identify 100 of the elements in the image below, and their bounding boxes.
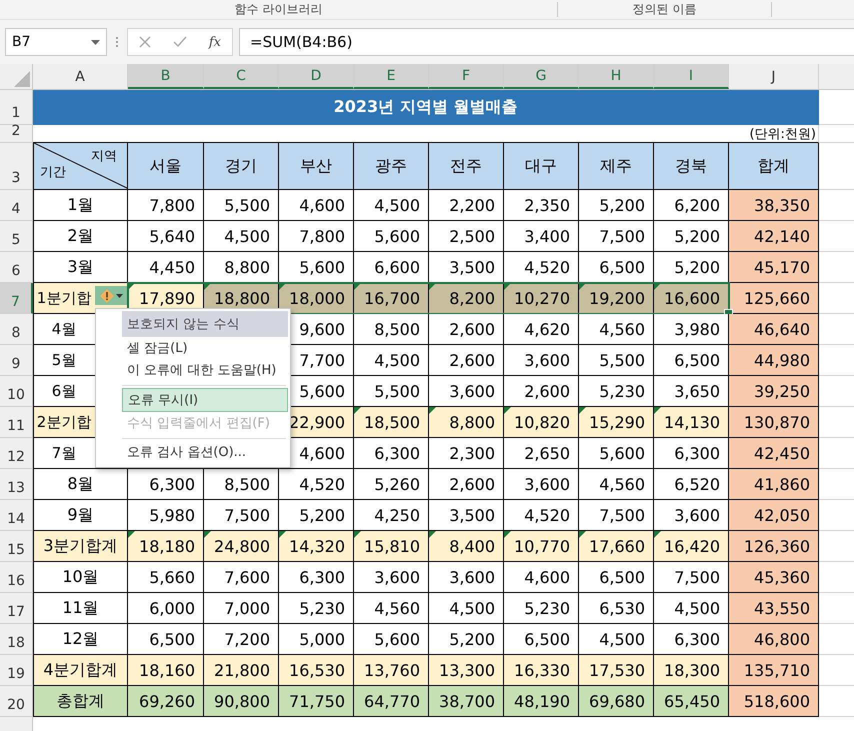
- sales-cell: 3,980: [654, 314, 729, 345]
- row-header[interactable]: 8: [0, 314, 33, 345]
- row-header[interactable]: 15: [0, 531, 33, 562]
- column-header[interactable]: F: [429, 64, 504, 89]
- row-header[interactable]: 11: [0, 407, 33, 438]
- row-header[interactable]: 14: [0, 500, 33, 531]
- column-header[interactable]: I: [654, 64, 729, 89]
- row-header[interactable]: 4: [0, 190, 33, 221]
- sales-cell: 7,500: [579, 221, 654, 252]
- sales-cell: 7,800: [128, 190, 204, 221]
- sales-cell: 13,760: [354, 655, 429, 686]
- column-header[interactable]: J: [729, 64, 819, 89]
- row-header[interactable]: 3: [0, 143, 33, 190]
- sales-cell: 5,660: [128, 562, 204, 593]
- row-header[interactable]: 9: [0, 345, 33, 376]
- region-header: 광주: [354, 143, 429, 190]
- sales-cell: 10,770: [504, 531, 579, 562]
- formula-field[interactable]: =SUM(B4:B6): [239, 28, 854, 56]
- row-header[interactable]: 13: [0, 469, 33, 500]
- cancel-icon[interactable]: [138, 36, 151, 48]
- name-box[interactable]: B7: [5, 28, 107, 56]
- sales-cell: 5,260: [354, 469, 429, 500]
- row-header[interactable]: 5: [0, 221, 33, 252]
- sales-cell: 5,500: [354, 376, 429, 407]
- row-header[interactable]: 7: [0, 283, 33, 314]
- period-cell: 1분기합: [33, 283, 128, 314]
- sales-cell: 16,420: [654, 531, 729, 562]
- sales-cell: 5,230: [579, 376, 654, 407]
- sales-cell: 2,300: [429, 438, 504, 469]
- sales-cell: 8,800: [429, 407, 504, 438]
- sales-cell: 4,560: [354, 593, 429, 624]
- total-cell: 44,980: [729, 345, 819, 376]
- sales-cell: 17,530: [579, 655, 654, 686]
- sales-cell: 4,500: [579, 624, 654, 655]
- sales-cell: 18,180: [128, 531, 204, 562]
- region-axis-label: 지역: [91, 148, 117, 165]
- sales-cell: 6,530: [579, 593, 654, 624]
- sales-cell: 18,500: [354, 407, 429, 438]
- menu-item[interactable]: 오류 무시(I): [122, 388, 288, 412]
- region-header: 대구: [504, 143, 579, 190]
- row-header[interactable]: 12: [0, 438, 33, 469]
- sales-cell: 64,770: [354, 686, 429, 717]
- column-header[interactable]: D: [279, 64, 354, 89]
- period-cell: 3월: [33, 252, 128, 283]
- sales-cell: 5,230: [279, 593, 354, 624]
- row-header[interactable]: 10: [0, 376, 33, 407]
- column-header[interactable]: B: [128, 64, 204, 89]
- row-header[interactable]: 18: [0, 624, 33, 655]
- sales-cell: 5,600: [579, 438, 654, 469]
- sales-cell: 19,200: [579, 283, 654, 314]
- sales-cell: 90,800: [204, 686, 279, 717]
- sales-cell: 71,750: [279, 686, 354, 717]
- sales-cell: 5,600: [354, 221, 429, 252]
- row-header[interactable]: 19: [0, 655, 33, 686]
- insert-function-button[interactable]: fx: [208, 34, 221, 50]
- total-cell: 45,170: [729, 252, 819, 283]
- sales-cell: 2,500: [429, 221, 504, 252]
- sales-cell: 4,500: [429, 593, 504, 624]
- sales-cell: 3,600: [429, 562, 504, 593]
- column-header[interactable]: H: [579, 64, 654, 89]
- column-header[interactable]: C: [204, 64, 279, 89]
- row-header[interactable]: 6: [0, 252, 33, 283]
- sales-cell: 5,500: [579, 345, 654, 376]
- sales-cell: 3,600: [654, 500, 729, 531]
- period-cell: 8월: [33, 469, 128, 500]
- row-header[interactable]: 17: [0, 593, 33, 624]
- total-cell: 126,360: [729, 531, 819, 562]
- error-smart-tag[interactable]: [95, 286, 127, 305]
- region-header: 경기: [204, 143, 279, 190]
- row-header[interactable]: 20: [0, 686, 33, 717]
- period-axis-label: 기간: [40, 164, 66, 181]
- sales-cell: 4,500: [204, 221, 279, 252]
- sales-cell: 6,500: [504, 624, 579, 655]
- row-header[interactable]: 2: [0, 125, 33, 143]
- sales-cell: 7,600: [204, 562, 279, 593]
- column-header[interactable]: G: [504, 64, 579, 89]
- sales-cell: 6,520: [654, 469, 729, 500]
- sales-cell: 2,600: [429, 345, 504, 376]
- ribbon-group-label: 함수 라이브러리: [234, 1, 322, 18]
- total-cell: 125,660: [729, 283, 819, 314]
- column-header[interactable]: E: [354, 64, 429, 89]
- sales-cell: 16,530: [279, 655, 354, 686]
- sales-cell: 7,500: [579, 500, 654, 531]
- grip-icon: [113, 35, 121, 49]
- sales-cell: 6,300: [354, 438, 429, 469]
- sales-cell: 2,600: [429, 469, 504, 500]
- sales-cell: 17,660: [579, 531, 654, 562]
- sales-cell: 4,520: [504, 500, 579, 531]
- period-cell: 4분기합계: [33, 655, 128, 686]
- sales-cell: 15,810: [354, 531, 429, 562]
- sales-cell: 2,600: [504, 376, 579, 407]
- row-header[interactable]: 16: [0, 562, 33, 593]
- sales-cell: 5,980: [128, 500, 204, 531]
- region-header: 서울: [128, 143, 204, 190]
- sales-cell: 7,500: [204, 500, 279, 531]
- total-cell: 45,360: [729, 562, 819, 593]
- check-icon[interactable]: [172, 36, 187, 48]
- sales-cell: 18,300: [654, 655, 729, 686]
- row-header[interactable]: 1: [0, 90, 33, 125]
- sales-cell: 4,500: [354, 345, 429, 376]
